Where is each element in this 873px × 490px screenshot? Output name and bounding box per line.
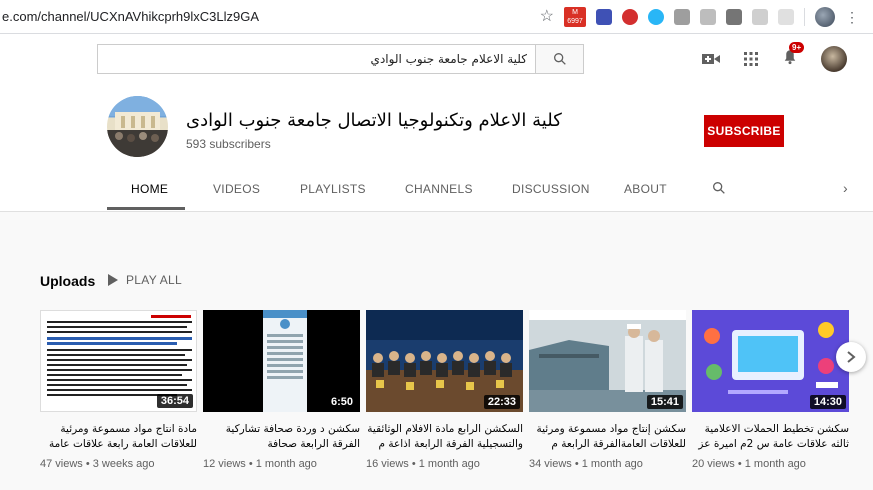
video-thumbnail[interactable]: 36:54 — [40, 310, 197, 412]
video-title[interactable]: سكشن تخطيط الحملات الاعلامية ثالثه علاقا… — [692, 422, 849, 452]
search-button[interactable] — [535, 45, 583, 73]
video-duration: 22:33 — [483, 395, 520, 409]
uploads-heading[interactable]: Uploads — [40, 273, 95, 289]
channel-search-button[interactable] — [711, 180, 727, 201]
channel-avatar-image — [107, 96, 168, 157]
search-icon — [713, 182, 725, 194]
video-title[interactable]: مادة انتاج مواد مسموعة ومرئية للعلاقات ا… — [40, 422, 197, 452]
create-video-icon[interactable] — [701, 51, 721, 67]
video-metadata: 12 views • 1 month ago — [203, 458, 317, 470]
pushbullet-extension-icon[interactable] — [622, 9, 638, 25]
search-extension-icon[interactable] — [596, 9, 612, 25]
video-card[interactable]: 22:33 السكشن الرابع مادة الافلام الوثائق… — [366, 310, 523, 470]
browser-toolbar: e.com/channel/UCXnAVhikcprh9lxC3Llz9GA ☆… — [0, 0, 873, 34]
tab-channels[interactable]: CHANNELS — [405, 182, 473, 196]
hand-extension-icon[interactable] — [700, 9, 716, 25]
video-title[interactable]: سكشن إنتاج مواد مسموعة ومرئية للعلاقات ا… — [529, 422, 686, 452]
video-metadata: 47 views • 3 weeks ago — [40, 458, 155, 470]
tab-home[interactable]: HOME — [131, 182, 168, 196]
video-thumbnail[interactable]: 14:30 — [692, 310, 849, 412]
channel-header: كلية الاعلام وتكنولوجيا الاتصال جامعة جن… — [0, 86, 873, 212]
video-duration: 6:50 — [326, 395, 357, 409]
channel-avatar — [107, 96, 168, 157]
play-all-button[interactable]: PLAY ALL — [108, 273, 182, 287]
home-content: Uploads PLAY ALL 36:54 مادة انتاج مواد م — [0, 212, 873, 490]
heart-extension-icon[interactable] — [778, 9, 794, 25]
video-thumbnail[interactable]: 22:33 — [366, 310, 523, 412]
youtube-header: 9+ — [0, 34, 873, 86]
active-tab-indicator — [107, 207, 185, 210]
play-all-label: PLAY ALL — [126, 273, 183, 287]
gmail-extension-icon[interactable]: M 6997 — [564, 7, 586, 27]
search-input[interactable] — [98, 45, 535, 73]
video-duration: 14:30 — [809, 395, 846, 409]
bookmark-star-icon[interactable]: ☆ — [540, 9, 554, 25]
tab-about[interactable]: ABOUT — [624, 182, 667, 196]
channel-tabs: HOME VIDEOS PLAYLISTS CHANNELS DISCUSSIO… — [0, 172, 873, 210]
browser-profile-avatar[interactable] — [815, 7, 835, 27]
carousel-next-button[interactable] — [836, 342, 866, 372]
gmail-count: 6997 — [567, 18, 583, 25]
search-bar — [97, 44, 584, 74]
video-thumbnail[interactable]: 6:50 — [203, 310, 360, 412]
grid-extension-icon[interactable] — [752, 9, 768, 25]
video-metadata: 16 views • 1 month ago — [366, 458, 480, 470]
tab-discussion[interactable]: DISCUSSION — [512, 182, 590, 196]
user-avatar[interactable] — [821, 46, 847, 72]
extension-icons: ☆ M 6997 ⋮ — [540, 7, 859, 27]
chevron-right-icon — [847, 351, 856, 363]
search-icon — [553, 53, 566, 65]
tabs-next-chevron-icon[interactable]: › — [843, 180, 848, 196]
subscribe-button[interactable]: SUBSCRIBE — [704, 115, 784, 147]
tab-videos[interactable]: VIDEOS — [213, 182, 260, 196]
apps-grid-icon[interactable] — [743, 51, 759, 67]
video-duration: 36:54 — [156, 394, 193, 408]
channel-name: كلية الاعلام وتكنولوجيا الاتصال جامعة جن… — [186, 110, 562, 131]
address-bar[interactable]: e.com/channel/UCXnAVhikcprh9lxC3Llz9GA — [2, 9, 259, 24]
video-card[interactable]: 15:41 سكشن إنتاج مواد مسموعة ومرئية للعل… — [529, 310, 686, 470]
header-actions: 9+ — [701, 41, 847, 72]
toolbar-divider — [804, 8, 805, 26]
notification-badge: 9+ — [789, 41, 805, 53]
video-metadata: 34 views • 1 month ago — [529, 458, 643, 470]
document-extension-icon[interactable] — [726, 9, 742, 25]
video-card[interactable]: 6:50 سكشن د وردة صحافة تشاركية الفرقة ال… — [203, 310, 360, 470]
video-title[interactable]: سكشن د وردة صحافة تشاركية الفرقة الرابعة… — [203, 422, 360, 452]
window-extension-icon[interactable] — [674, 9, 690, 25]
video-card[interactable]: 36:54 مادة انتاج مواد مسموعة ومرئية للعل… — [40, 310, 197, 470]
subscriber-count: 593 subscribers — [186, 137, 271, 151]
video-card[interactable]: 14:30 سكشن تخطيط الحملات الاعلامية ثالثه… — [692, 310, 849, 470]
tab-playlists[interactable]: PLAYLISTS — [300, 182, 366, 196]
notifications-button[interactable]: 9+ — [781, 41, 805, 71]
play-icon — [108, 274, 118, 286]
video-thumbnail[interactable]: 15:41 — [529, 310, 686, 412]
video-metadata: 20 views • 1 month ago — [692, 458, 806, 470]
video-duration: 15:41 — [646, 395, 683, 409]
browser-menu-icon[interactable]: ⋮ — [845, 9, 859, 26]
video-title[interactable]: السكشن الرابع مادة الافلام الوثائقية وال… — [366, 422, 523, 452]
lock-extension-icon[interactable] — [648, 9, 664, 25]
